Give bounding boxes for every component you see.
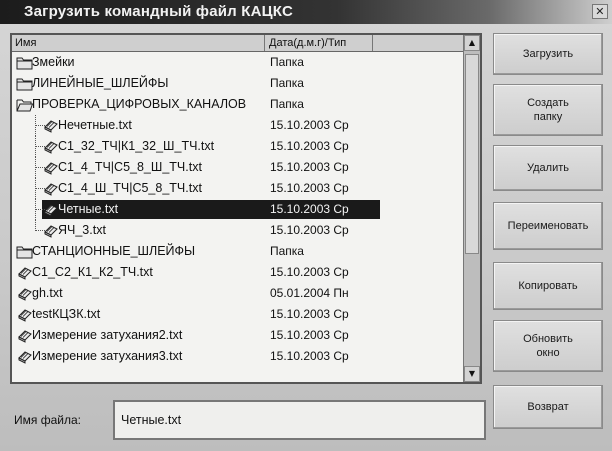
item-name: Змейки (32, 55, 75, 69)
create-folder-button[interactable]: Создать папку (493, 84, 603, 136)
file-row[interactable]: С1_4_ТЧ|С5_8_Ш_ТЧ.txt 15.10.2003 Ср (12, 157, 464, 178)
item-date-type: Папка (270, 76, 304, 90)
back-button[interactable]: Возврат (493, 385, 603, 429)
item-name: testКЦЗК.txt (32, 307, 101, 321)
document-icon (16, 328, 33, 343)
item-name: С1_32_ТЧ|К1_32_Ш_ТЧ.txt (58, 139, 215, 153)
document-icon (16, 286, 33, 301)
item-name: gh.txt (32, 286, 63, 300)
item-date-type: 15.10.2003 Ср (270, 160, 349, 174)
file-row[interactable]: ЯЧ_3.txt 15.10.2003 Ср (12, 220, 464, 241)
vertical-scrollbar[interactable]: ▲ ▼ (463, 35, 480, 382)
item-date-type: 15.10.2003 Ср (270, 328, 349, 342)
file-row[interactable]: С1_32_ТЧ|К1_32_Ш_ТЧ.txt 15.10.2003 Ср (12, 136, 464, 157)
scroll-up-icon[interactable]: ▲ (464, 35, 480, 51)
item-date-type: 15.10.2003 Ср (270, 118, 349, 132)
file-row[interactable]: Измерение затухания3.txt 15.10.2003 Ср (12, 346, 464, 367)
item-name: С1_4_ТЧ|С5_8_Ш_ТЧ.txt (58, 160, 202, 174)
delete-button[interactable]: Удалить (493, 145, 603, 191)
tree-connector (35, 136, 36, 157)
column-header-name[interactable]: Имя (12, 35, 265, 51)
copy-button[interactable]: Копировать (493, 262, 603, 310)
item-date-type: Папка (270, 97, 304, 111)
file-list[interactable]: Имя Дата(д.м.г)/Тип Змейки Папка ЛИНЕЙНЫЕ_… (10, 33, 482, 384)
folder-row[interactable]: ПРОВЕРКА_ЦИФРОВЫХ_КАНАЛОВ Папка (12, 94, 464, 115)
tree-connector (35, 157, 36, 178)
scroll-thumb[interactable] (465, 54, 479, 254)
list-header: Имя Дата(д.м.г)/Тип (12, 35, 464, 52)
folder-row[interactable]: ЛИНЕЙНЫЕ_ШЛЕЙФЫ Папка (12, 73, 464, 94)
folder-icon (16, 76, 33, 91)
tree-connector (35, 220, 36, 231)
rename-button[interactable]: Переименовать (493, 202, 603, 250)
filename-input[interactable]: Четные.txt (113, 400, 486, 440)
file-row[interactable]: С1_4_Ш_ТЧ|С5_8_ТЧ.txt 15.10.2003 Ср (12, 178, 464, 199)
file-row[interactable]: gh.txt 05.01.2004 Пн (12, 283, 464, 304)
file-rows: Змейки Папка ЛИНЕЙНЫЕ_ШЛЕЙФЫ Папка ПРОВЕРКА_… (12, 52, 464, 382)
load-button[interactable]: Загрузить (493, 33, 603, 75)
file-row[interactable]: testКЦЗК.txt 15.10.2003 Ср (12, 304, 464, 325)
document-icon (42, 202, 59, 217)
item-name: ЯЧ_3.txt (58, 223, 106, 237)
dialog-window: Загрузить командный файл КАЦКС ✕ Имя Дат… (0, 0, 612, 451)
column-header-date-type[interactable]: Дата(д.м.г)/Тип (265, 35, 373, 51)
item-date-type: 05.01.2004 Пн (270, 286, 349, 300)
file-row[interactable]: Нечетные.txt 15.10.2003 Ср (12, 115, 464, 136)
filename-label: Имя файла: (14, 413, 81, 427)
item-date-type: Папка (270, 244, 304, 258)
close-icon[interactable]: ✕ (592, 4, 608, 19)
document-icon (42, 139, 59, 154)
scroll-down-icon[interactable]: ▼ (464, 366, 480, 382)
item-name: СТАНЦИОННЫЕ_ШЛЕЙФЫ (32, 244, 196, 258)
document-icon (42, 118, 59, 133)
item-date-type: 15.10.2003 Ср (270, 307, 349, 321)
document-icon (16, 307, 33, 322)
item-date-type: 15.10.2003 Ср (270, 181, 349, 195)
item-name: Измерение затухания3.txt (32, 349, 183, 363)
item-name: ПРОВЕРКА_ЦИФРОВЫХ_КАНАЛОВ (32, 97, 247, 111)
file-row[interactable]: Четные.txt 15.10.2003 Ср (12, 199, 464, 220)
folder-icon (16, 55, 33, 70)
window-title: Загрузить командный файл КАЦКС (24, 3, 293, 20)
document-icon (42, 181, 59, 196)
document-icon (16, 349, 33, 364)
folder-row[interactable]: Змейки Папка (12, 52, 464, 73)
item-name: ЛИНЕЙНЫЕ_ШЛЕЙФЫ (32, 76, 169, 90)
folder-open-icon (16, 97, 34, 112)
item-name: Четные.txt (58, 202, 119, 216)
refresh-button[interactable]: Обновить окно (493, 320, 603, 372)
document-icon (42, 160, 59, 175)
tree-connector (35, 115, 36, 136)
document-icon (16, 265, 33, 280)
folder-icon (16, 244, 33, 259)
item-name: Нечетные.txt (58, 118, 132, 132)
item-date-type: 15.10.2003 Ср (270, 265, 349, 279)
item-name: Измерение затухания2.txt (32, 328, 183, 342)
item-name: С1_С2_К1_К2_ТЧ.txt (32, 265, 153, 279)
tree-connector (35, 178, 36, 199)
item-date-type: Папка (270, 55, 304, 69)
document-icon (42, 223, 59, 238)
item-date-type: 15.10.2003 Ср (270, 202, 349, 216)
title-bar: Загрузить командный файл КАЦКС ✕ (0, 0, 612, 24)
item-date-type: 15.10.2003 Ср (270, 349, 349, 363)
item-date-type: 15.10.2003 Ср (270, 139, 349, 153)
file-row[interactable]: Измерение затухания2.txt 15.10.2003 Ср (12, 325, 464, 346)
item-date-type: 15.10.2003 Ср (270, 223, 349, 237)
file-row[interactable]: С1_С2_К1_К2_ТЧ.txt 15.10.2003 Ср (12, 262, 464, 283)
item-name: С1_4_Ш_ТЧ|С5_8_ТЧ.txt (58, 181, 202, 195)
folder-row[interactable]: СТАНЦИОННЫЕ_ШЛЕЙФЫ Папка (12, 241, 464, 262)
tree-connector (35, 199, 36, 220)
